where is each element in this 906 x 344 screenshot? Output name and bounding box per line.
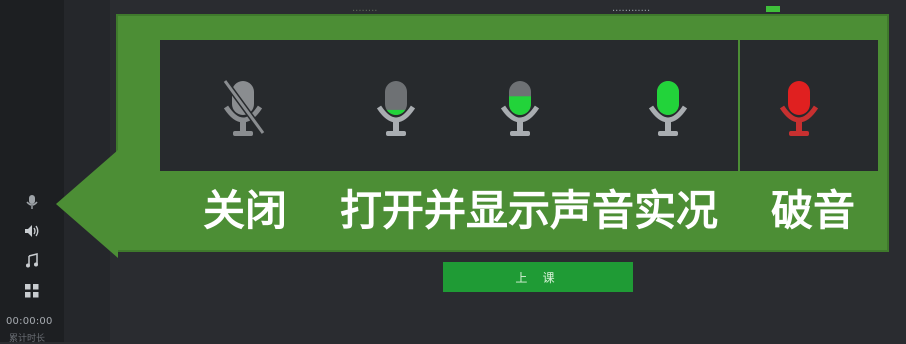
label-off: 关闭 (203, 186, 288, 235)
microphone-icon[interactable] (22, 193, 42, 211)
left-toolbar: 00:00:00 累计时长 (0, 0, 64, 344)
signal-indicator (766, 6, 780, 12)
mic-level-low-icon (374, 77, 418, 143)
session-timer: 00:00:00 (6, 316, 53, 327)
mic-clipping-icon (777, 77, 821, 143)
mic-fill-mid (509, 96, 531, 115)
speaker-icon[interactable] (22, 222, 42, 240)
top-status-left: ........ (352, 3, 378, 14)
music-note-icon[interactable] (22, 251, 42, 269)
grid-icon[interactable] (22, 282, 42, 300)
mic-muted-icon (221, 77, 265, 143)
label-clipping: 破音 (771, 186, 856, 235)
mic-level-mid-icon (498, 77, 542, 143)
panel-divider (738, 40, 740, 171)
callout-pointer (56, 150, 118, 258)
mic-fill-high (657, 81, 679, 115)
start-class-button[interactable]: 上 课 (443, 262, 633, 292)
session-timer-label: 累计时长 (9, 334, 46, 344)
top-status-right: ............ (612, 3, 651, 14)
label-live: 打开并显示声音实况 (340, 186, 719, 235)
mic-level-high-icon (646, 77, 690, 143)
